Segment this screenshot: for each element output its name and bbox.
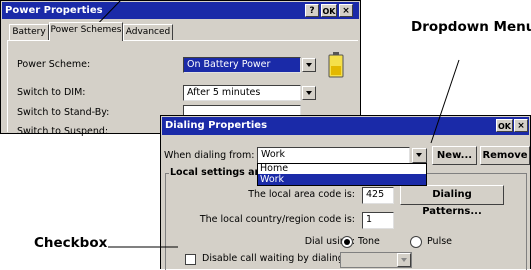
when-dialing-dropdown-button[interactable] xyxy=(412,148,427,163)
tab-battery[interactable]: Battery xyxy=(9,24,49,41)
switch-to-dim-label: Switch to DIM: xyxy=(17,87,86,98)
disable-call-waiting-checkbox[interactable] xyxy=(185,254,196,265)
dialing-properties-title: Dialing Properties xyxy=(165,120,268,131)
country-code-input[interactable]: 1 xyxy=(362,212,394,229)
local-settings-group-label: Local settings are xyxy=(169,167,267,178)
power-properties-window: Power Properties ? OK × Battery Power Sc… xyxy=(0,0,361,137)
pulse-radio[interactable] xyxy=(410,236,422,248)
when-dialing-select[interactable]: Work xyxy=(257,147,410,164)
switch-to-dim-select[interactable]: After 5 minutes xyxy=(183,85,301,101)
new-location-button[interactable]: New... xyxy=(432,146,477,165)
ok-button[interactable]: OK xyxy=(321,4,337,17)
switch-to-suspend-label: Switch to Suspend: xyxy=(17,126,109,137)
dialing-properties-window: Dialing Properties OK × When dialing fro… xyxy=(160,115,531,270)
dialing-ok-button[interactable]: OK xyxy=(496,119,513,132)
power-scheme-label: Power Scheme: xyxy=(17,59,91,70)
dropdown-menu-callout-label: Dropdown Menu xyxy=(411,19,531,35)
dialing-close-button[interactable]: × xyxy=(514,119,528,132)
checkbox-callout-label: Checkbox xyxy=(34,235,108,251)
power-scheme-select[interactable]: On Battery Power xyxy=(183,57,301,73)
when-dialing-label: When dialing from: xyxy=(164,150,255,161)
power-properties-titlebar: Power Properties ? OK × xyxy=(2,2,359,19)
battery-icon xyxy=(328,52,344,82)
tab-power-schemes[interactable]: Power Schemes xyxy=(49,22,123,41)
switch-to-standby-label: Switch to Stand-By: xyxy=(17,107,110,118)
close-button[interactable]: × xyxy=(339,4,353,17)
dropdown-option-work[interactable]: Work xyxy=(258,174,426,185)
disable-call-waiting-label: Disable call waiting by dialing: xyxy=(202,253,347,264)
tone-radio-dot xyxy=(344,239,350,245)
country-code-label: The local country/region code is: xyxy=(199,214,355,225)
tab-advanced[interactable]: Advanced xyxy=(123,24,173,41)
when-dialing-dropdown-list: Home Work xyxy=(257,163,427,186)
dropdown-option-home[interactable]: Home xyxy=(258,164,426,174)
call-waiting-code-dropdown-button xyxy=(397,253,411,267)
switch-to-dim-dropdown-button[interactable] xyxy=(302,86,316,100)
tone-label: Tone xyxy=(358,236,380,247)
help-button[interactable]: ? xyxy=(305,4,319,17)
dialing-properties-titlebar: Dialing Properties OK × xyxy=(162,117,529,135)
area-code-input[interactable]: 425 xyxy=(362,187,394,204)
dialing-patterns-button[interactable]: Dialing Patterns... xyxy=(400,185,504,217)
power-properties-title: Power Properties xyxy=(5,5,103,16)
tone-radio[interactable] xyxy=(341,236,353,248)
power-scheme-dropdown-button[interactable] xyxy=(302,58,316,72)
remove-location-button[interactable]: Remove xyxy=(480,146,530,165)
area-code-label: The local area code is: xyxy=(248,189,355,200)
pulse-label: Pulse xyxy=(427,236,453,247)
